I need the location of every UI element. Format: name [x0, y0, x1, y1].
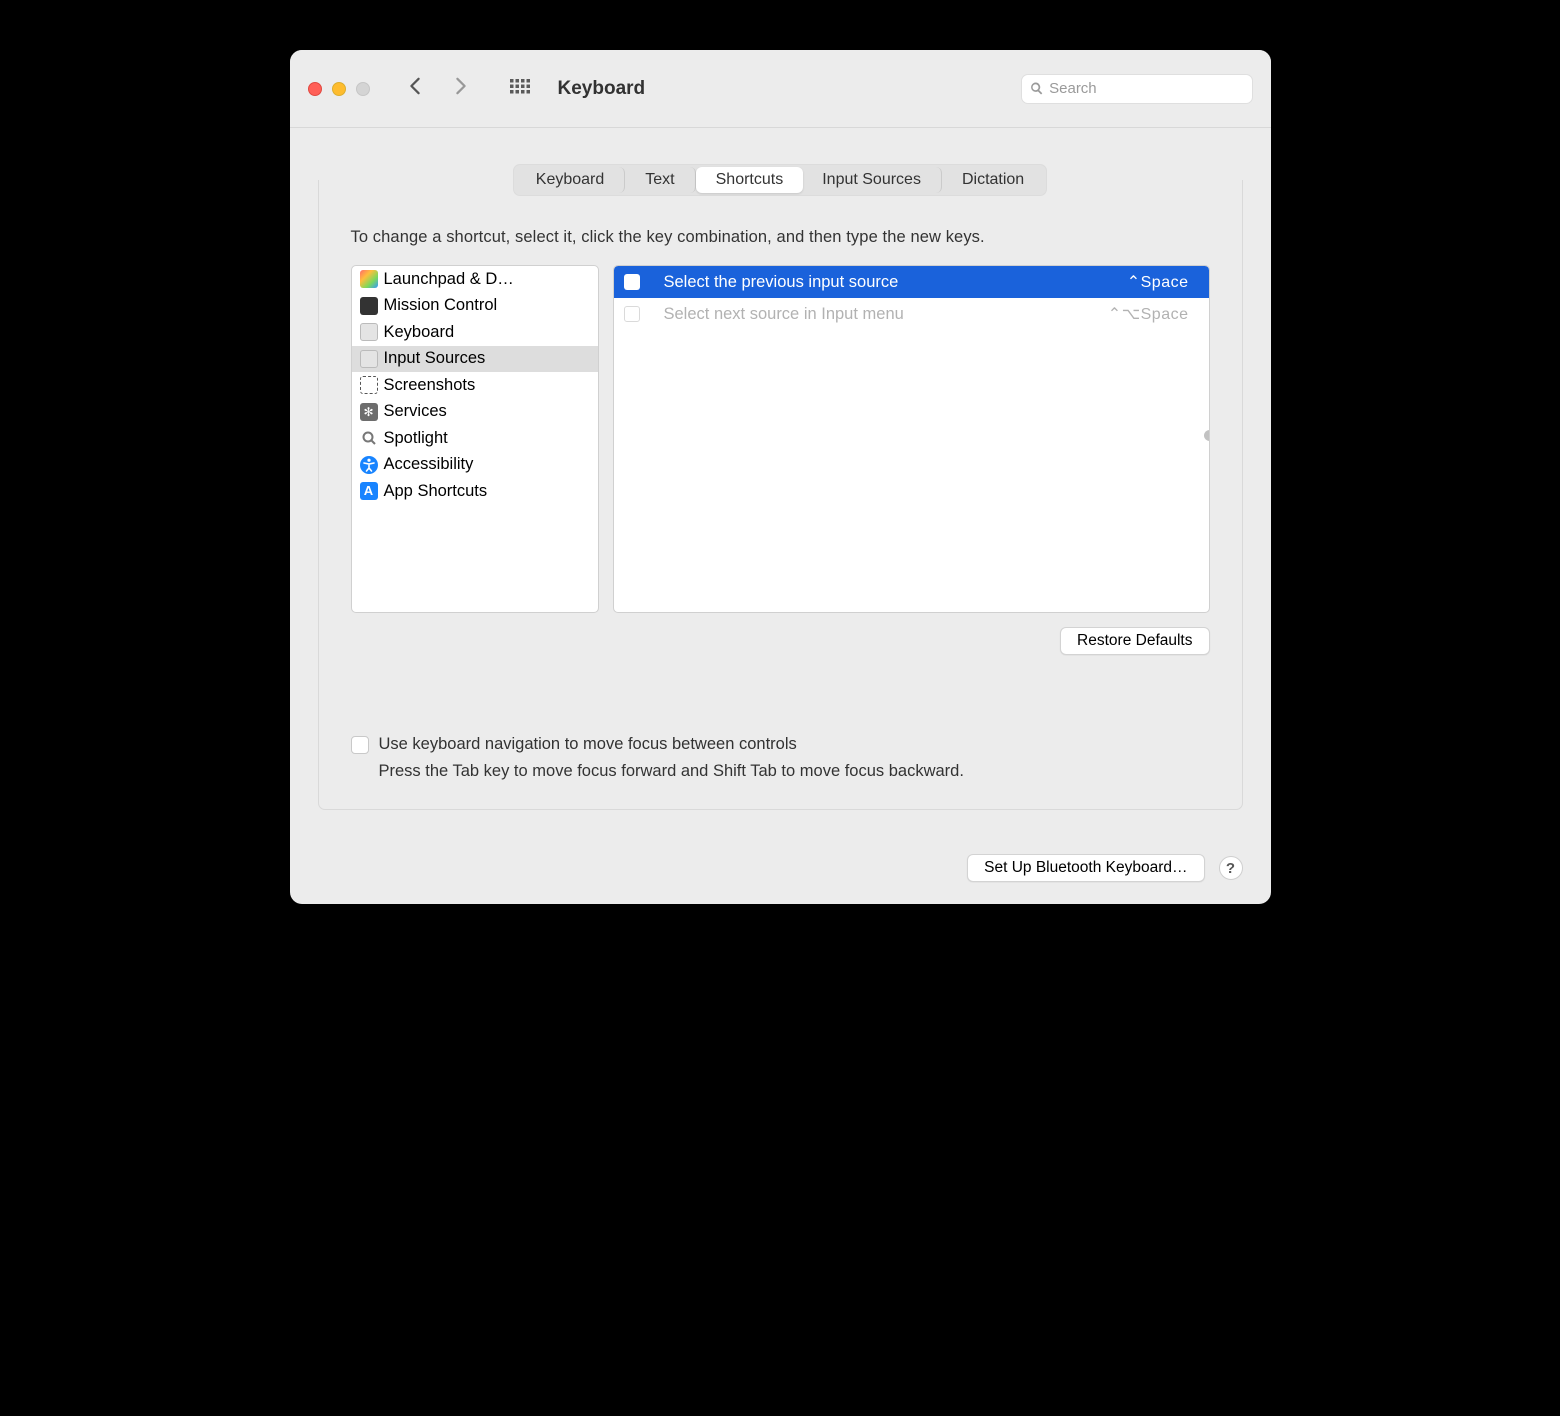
scroll-knob[interactable] — [1204, 430, 1210, 441]
tab-dictation[interactable]: Dictation — [942, 167, 1044, 193]
app-shortcuts-icon: A — [360, 482, 378, 500]
shortcut-checkbox[interactable] — [624, 306, 640, 322]
keyboard-navigation-checkbox[interactable] — [351, 736, 369, 754]
category-app-shortcuts[interactable]: A App Shortcuts — [352, 478, 598, 505]
spotlight-icon — [360, 429, 378, 447]
close-button[interactable] — [308, 82, 322, 96]
keyboard-icon — [360, 350, 378, 368]
shortcut-row[interactable]: Select the previous input source ⌃Space — [614, 266, 1209, 298]
tab-text[interactable]: Text — [625, 167, 695, 193]
category-screenshots[interactable]: Screenshots — [352, 372, 598, 399]
shortcuts-table[interactable]: Select the previous input source ⌃Space … — [613, 265, 1210, 613]
titlebar: Keyboard — [290, 50, 1271, 128]
accessibility-icon — [360, 456, 378, 474]
shortcuts-panel: To change a shortcut, select it, click t… — [318, 180, 1243, 810]
shortcut-keys[interactable]: ⌃Space — [1127, 272, 1189, 292]
traffic-lights — [308, 82, 370, 96]
preferences-window: Keyboard Keyboard Text Shortcuts Input S… — [290, 50, 1271, 904]
keyboard-navigation-subtext: Press the Tab key to move focus forward … — [379, 762, 1210, 781]
search-input[interactable] — [1049, 80, 1243, 97]
category-spotlight[interactable]: Spotlight — [352, 425, 598, 452]
screenshot-icon — [360, 376, 378, 394]
mission-control-icon — [360, 297, 378, 315]
category-launchpad[interactable]: Launchpad & D… — [352, 266, 598, 293]
setup-bluetooth-keyboard-button[interactable]: Set Up Bluetooth Keyboard… — [967, 854, 1204, 882]
category-keyboard[interactable]: Keyboard — [352, 319, 598, 346]
footer: Set Up Bluetooth Keyboard… ? — [290, 838, 1271, 904]
search-field[interactable] — [1021, 74, 1253, 104]
launchpad-icon — [360, 270, 378, 288]
page-title: Keyboard — [558, 78, 1021, 100]
show-all-icon[interactable] — [510, 79, 530, 99]
category-list[interactable]: Launchpad & D… Mission Control Keyboard … — [351, 265, 599, 613]
tab-keyboard[interactable]: Keyboard — [516, 167, 626, 193]
keyboard-icon — [360, 323, 378, 341]
tab-shortcuts[interactable]: Shortcuts — [696, 167, 804, 193]
back-button[interactable] — [406, 77, 424, 100]
shortcut-row[interactable]: Select next source in Input menu ⌃⌥Space — [614, 298, 1209, 330]
help-button[interactable]: ? — [1219, 856, 1243, 880]
forward-button[interactable] — [452, 77, 470, 100]
category-input-sources[interactable]: Input Sources — [352, 346, 598, 373]
shortcut-checkbox[interactable] — [624, 274, 640, 290]
services-icon: ✻ — [360, 403, 378, 421]
zoom-button[interactable] — [356, 82, 370, 96]
keyboard-navigation-section: Use keyboard navigation to move focus be… — [351, 735, 1210, 781]
category-accessibility[interactable]: Accessibility — [352, 452, 598, 479]
category-mission-control[interactable]: Mission Control — [352, 293, 598, 320]
tabbar: Keyboard Text Shortcuts Input Sources Di… — [513, 164, 1047, 196]
tab-input-sources[interactable]: Input Sources — [802, 167, 942, 193]
search-icon — [1030, 81, 1044, 96]
shortcut-label: Select next source in Input menu — [664, 305, 1084, 324]
shortcut-keys[interactable]: ⌃⌥Space — [1108, 304, 1189, 324]
minimize-button[interactable] — [332, 82, 346, 96]
nav-arrows — [406, 77, 470, 100]
keyboard-navigation-label: Use keyboard navigation to move focus be… — [379, 735, 797, 754]
category-services[interactable]: ✻ Services — [352, 399, 598, 426]
restore-defaults-button[interactable]: Restore Defaults — [1060, 627, 1209, 655]
shortcut-label: Select the previous input source — [664, 273, 1103, 292]
instructions-text: To change a shortcut, select it, click t… — [351, 228, 1210, 247]
